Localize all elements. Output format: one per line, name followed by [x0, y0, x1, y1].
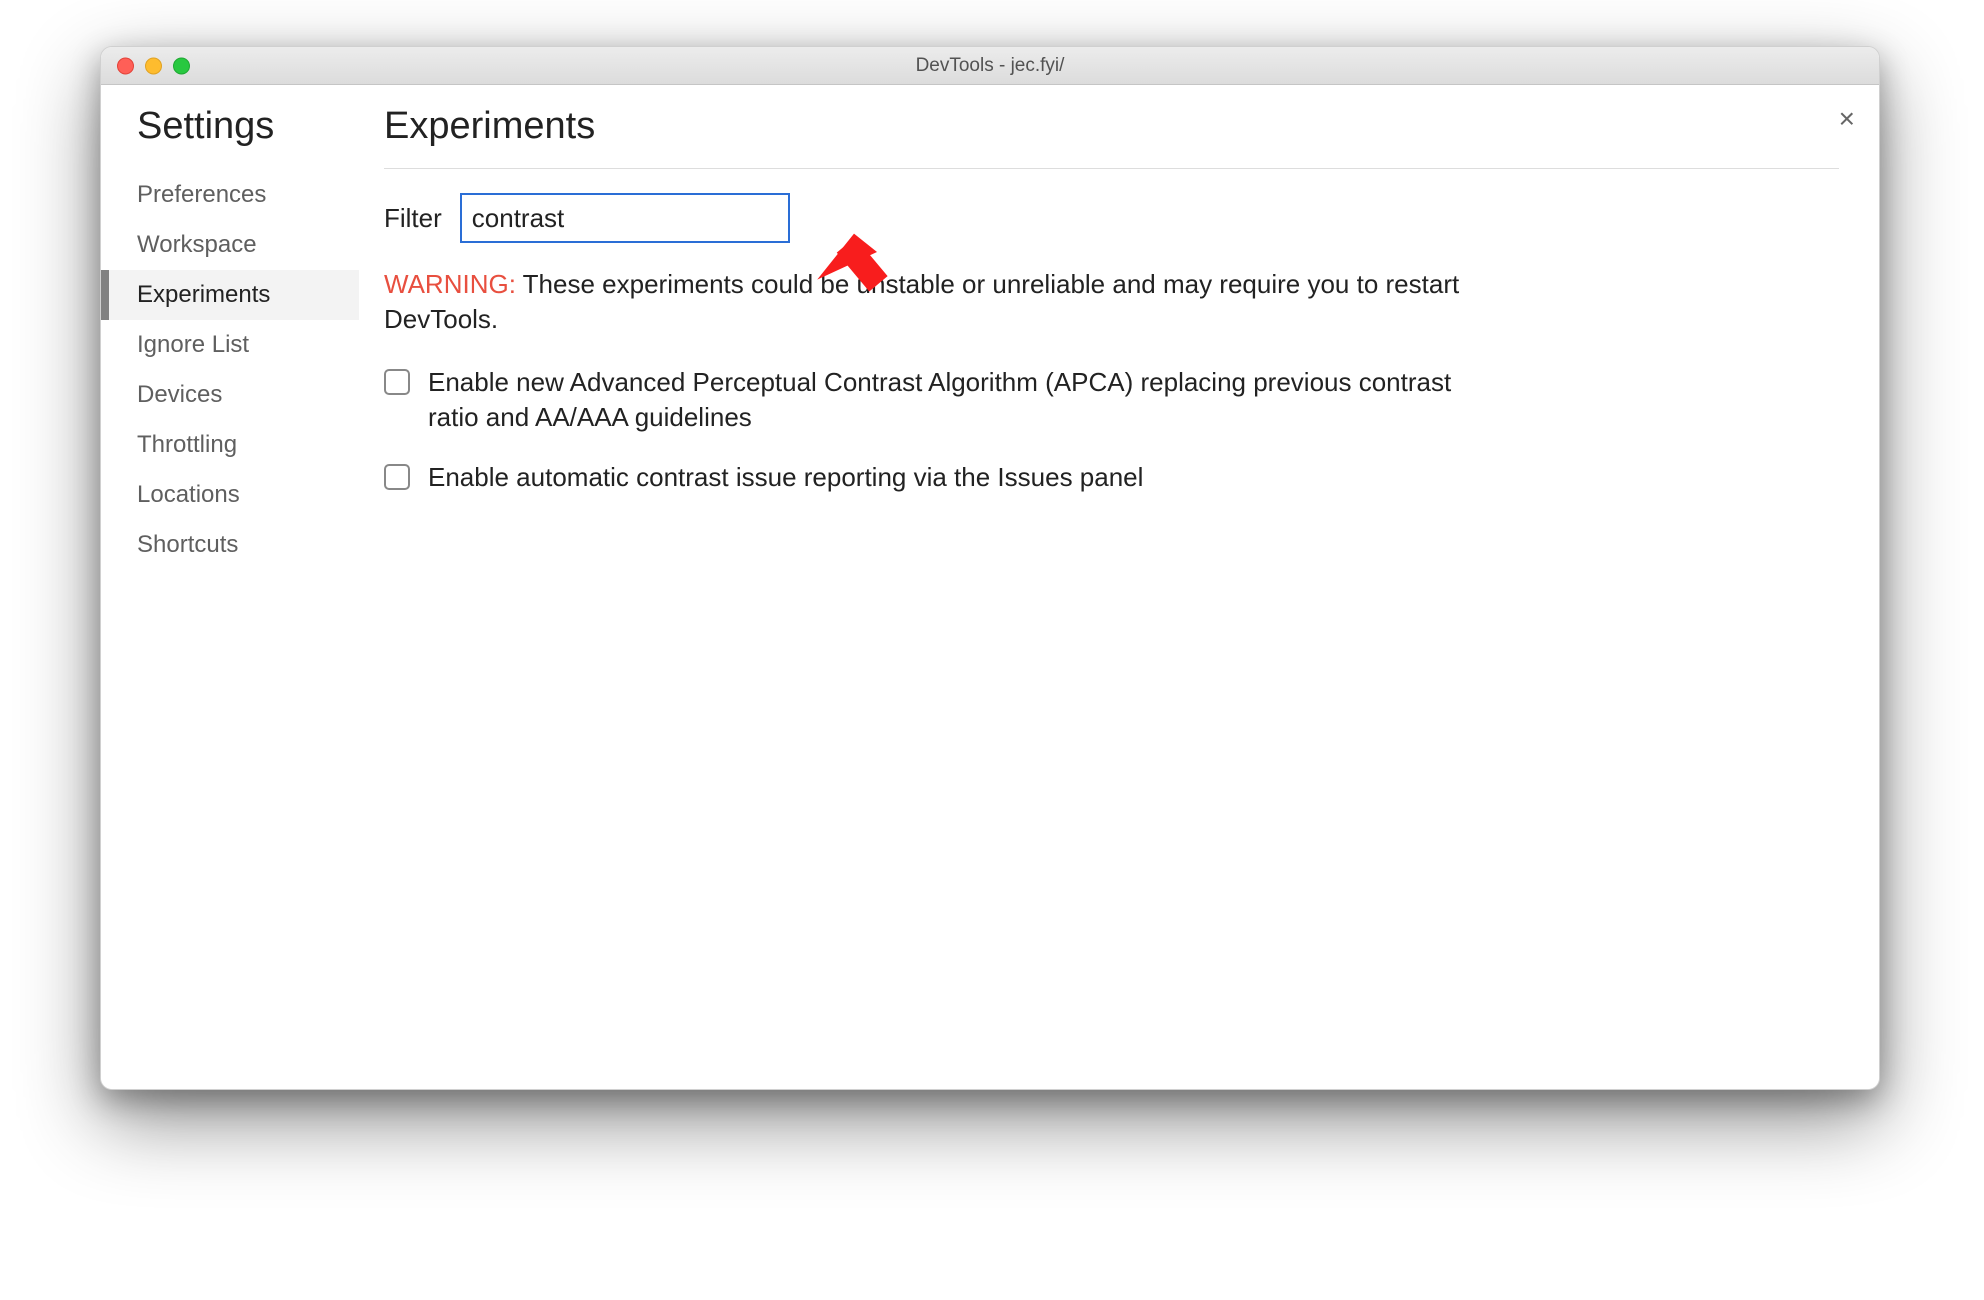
titlebar: DevTools - jec.fyi/: [101, 47, 1879, 85]
main-content: Experiments Filter WARNING: These experi…: [359, 85, 1879, 1089]
warning-prefix: WARNING:: [384, 269, 516, 299]
sidebar-item-ignore-list[interactable]: Ignore List: [131, 320, 359, 370]
page-title: Experiments: [384, 105, 1839, 148]
devtools-window: DevTools - jec.fyi/ × Settings Preferenc…: [100, 46, 1880, 1090]
experiment-row: Enable automatic contrast issue reportin…: [384, 460, 1484, 494]
sidebar-item-experiments[interactable]: Experiments: [101, 270, 359, 320]
sidebar-item-label: Workspace: [137, 231, 257, 258]
title-divider: [384, 168, 1839, 169]
sidebar-title: Settings: [131, 105, 359, 148]
experiment-row: Enable new Advanced Perceptual Contrast …: [384, 365, 1484, 434]
filter-row: Filter: [384, 193, 1839, 243]
sidebar-item-preferences[interactable]: Preferences: [131, 170, 359, 220]
settings-sidebar: Settings Preferences Workspace Experimen…: [101, 85, 359, 1089]
close-window-icon[interactable]: [117, 57, 134, 74]
warning-text: WARNING: These experiments could be unst…: [384, 267, 1464, 337]
sidebar-item-label: Locations: [137, 481, 240, 508]
window-title: DevTools - jec.fyi/: [916, 55, 1065, 77]
experiment-checkbox[interactable]: [384, 464, 410, 490]
close-icon[interactable]: ×: [1839, 105, 1855, 133]
sidebar-item-throttling[interactable]: Throttling: [131, 420, 359, 470]
warning-body: These experiments could be unstable or u…: [384, 269, 1459, 334]
sidebar-item-label: Shortcuts: [137, 531, 238, 558]
experiment-label[interactable]: Enable automatic contrast issue reportin…: [428, 460, 1143, 494]
sidebar-item-devices[interactable]: Devices: [131, 370, 359, 420]
window-controls: [117, 57, 190, 74]
settings-panel: × Settings Preferences Workspace Experim…: [101, 85, 1879, 1089]
experiment-checkbox[interactable]: [384, 369, 410, 395]
sidebar-item-shortcuts[interactable]: Shortcuts: [131, 520, 359, 570]
filter-input[interactable]: [460, 193, 790, 243]
maximize-window-icon[interactable]: [173, 57, 190, 74]
minimize-window-icon[interactable]: [145, 57, 162, 74]
sidebar-item-workspace[interactable]: Workspace: [131, 220, 359, 270]
sidebar-item-label: Preferences: [137, 181, 266, 208]
sidebar-item-locations[interactable]: Locations: [131, 470, 359, 520]
sidebar-item-label: Devices: [137, 381, 222, 408]
sidebar-item-label: Ignore List: [137, 331, 249, 358]
sidebar-item-label: Experiments: [137, 281, 270, 308]
experiment-label[interactable]: Enable new Advanced Perceptual Contrast …: [428, 365, 1484, 434]
sidebar-item-label: Throttling: [137, 431, 237, 458]
filter-label: Filter: [384, 203, 442, 234]
